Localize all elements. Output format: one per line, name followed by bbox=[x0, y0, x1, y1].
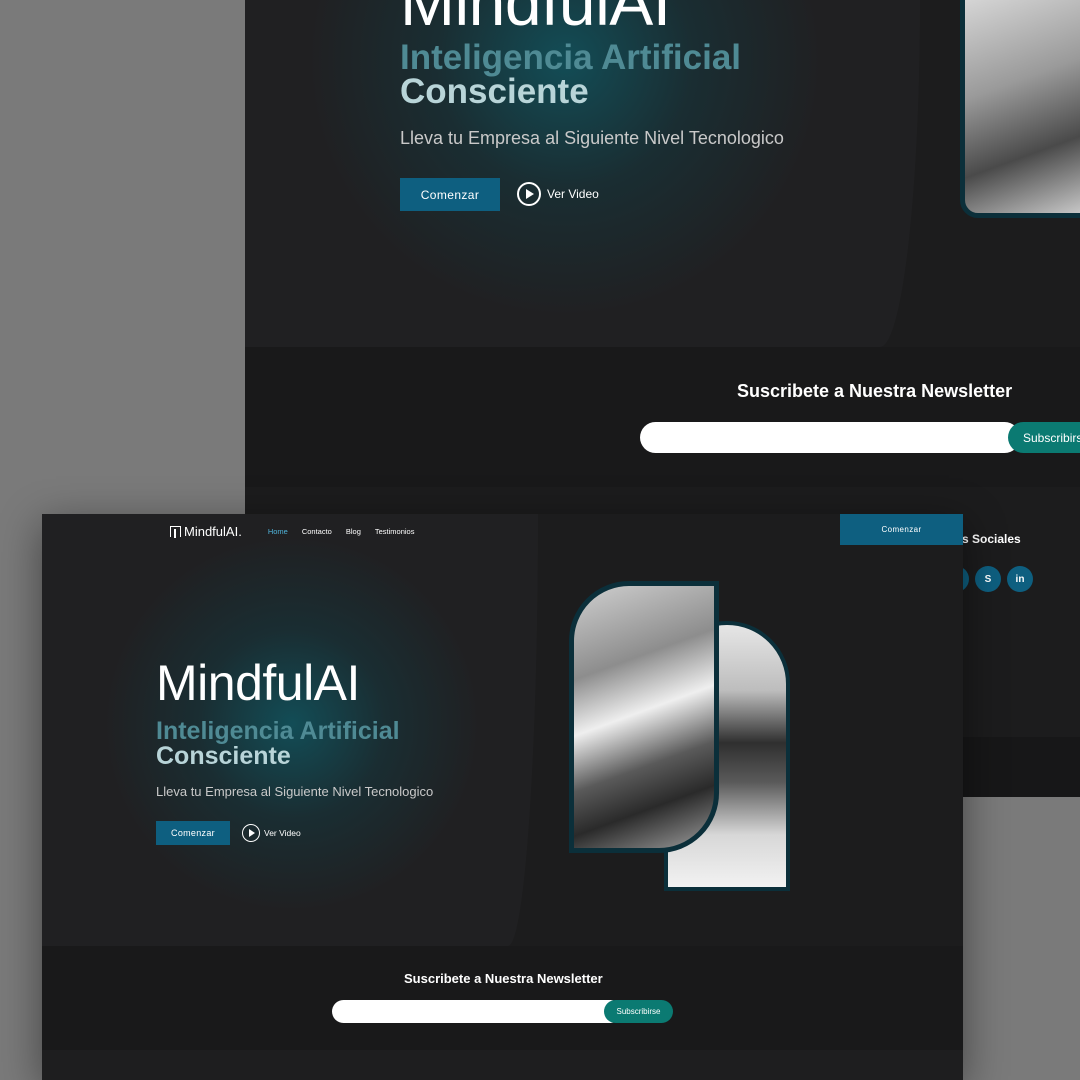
newsletter-title: Suscribete a Nuestra Newsletter bbox=[737, 381, 1013, 401]
hero-tagline: Lleva tu Empresa al Siguiente Nivel Tecn… bbox=[156, 784, 434, 799]
play-icon bbox=[242, 824, 260, 842]
nav-testimonials[interactable]: Testimonios bbox=[375, 527, 415, 536]
nav-contact[interactable]: Contacto bbox=[302, 527, 332, 536]
brand-logo[interactable]: MindfulAI. bbox=[170, 524, 242, 539]
newsletter-email-input[interactable] bbox=[332, 1000, 622, 1023]
play-icon bbox=[517, 182, 541, 206]
skype-icon[interactable]: S bbox=[975, 566, 1001, 592]
nav-start-button[interactable]: Comenzar bbox=[840, 514, 963, 545]
nav-blog[interactable]: Blog bbox=[346, 527, 361, 536]
start-button[interactable]: Comenzar bbox=[400, 178, 500, 211]
brand-logo-icon bbox=[170, 526, 181, 538]
front-page-mockup: MindfulAI. Home Contacto Blog Testimonio… bbox=[42, 514, 963, 1080]
hero-title: MindfulAI bbox=[156, 655, 360, 711]
linkedin-icon[interactable]: in bbox=[1007, 566, 1033, 592]
social-section-title: s Sociales bbox=[962, 532, 1021, 546]
top-navbar: MindfulAI. Home Contacto Blog Testimonio… bbox=[170, 524, 414, 539]
watch-video-label: Ver Video bbox=[547, 187, 599, 201]
brand-name: MindfulAI. bbox=[184, 524, 242, 539]
newsletter-title: Suscribete a Nuestra Newsletter bbox=[404, 971, 603, 986]
hero-title: MindfulAI bbox=[400, 0, 671, 39]
nav-home[interactable]: Home bbox=[268, 527, 288, 536]
watch-video-link[interactable]: Ver Video bbox=[517, 182, 599, 206]
subscribe-button[interactable]: Subscribirs bbox=[1008, 422, 1080, 453]
team-meeting-photo bbox=[569, 581, 719, 853]
footer-band bbox=[42, 1050, 963, 1080]
watch-video-label: Ver Video bbox=[264, 828, 301, 838]
hero-photo bbox=[960, 0, 1080, 218]
subscribe-button[interactable]: Subscribirse bbox=[604, 1000, 673, 1023]
watch-video-link[interactable]: Ver Video bbox=[242, 824, 301, 842]
hero-tagline: Lleva tu Empresa al Siguiente Nivel Tecn… bbox=[400, 128, 784, 148]
start-button[interactable]: Comenzar bbox=[156, 821, 230, 845]
newsletter-email-input[interactable] bbox=[640, 422, 1020, 453]
newsletter-section bbox=[245, 347, 1080, 487]
newsletter-section bbox=[42, 946, 963, 1050]
hero-subtitle-line2: Consciente bbox=[400, 72, 589, 111]
hero-subtitle-line2: Consciente bbox=[156, 742, 291, 770]
